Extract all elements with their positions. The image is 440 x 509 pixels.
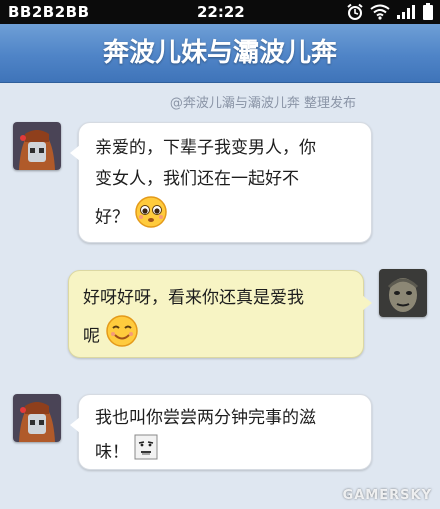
watermark-logo: GAMERSKY [342, 488, 432, 503]
pleading-face-emoji [134, 195, 168, 240]
chat-area[interactable]: 亲爱的，下辈子我变男人，你 变女人，我们还在一起好不 好？ 好呀好呀，看来你还真… [0, 110, 440, 509]
sender-avatar[interactable] [13, 394, 61, 442]
sender-avatar[interactable] [13, 122, 61, 170]
meme-face-emoji [134, 434, 158, 471]
bubble-tail [362, 295, 372, 311]
credit-line: @奔波儿灞与灞波儿奔 整理发布 [169, 96, 356, 111]
message-text-line-with-emoji: 好？ [95, 195, 359, 240]
carrier-label: BB2B2BB [8, 3, 90, 21]
bubble-tail [70, 417, 80, 433]
message-bubble-incoming[interactable]: 我也叫你尝尝两分钟完事的滋 味！ [70, 394, 372, 471]
message-text-line: 亲爱的，下辈子我变男人，你 [95, 138, 316, 158]
user-avatar[interactable] [379, 269, 427, 317]
message-text-line: 好呀好呀，看来你还真是爱我 [83, 288, 304, 308]
smiling-face-emoji [105, 314, 139, 359]
message-bubble-outgoing[interactable]: 好呀好呀，看来你还真是爱我 呢 [68, 270, 372, 359]
message-text-line: 好？ [95, 207, 129, 228]
alarm-clock-icon [346, 3, 364, 21]
bubble-tail [70, 145, 80, 161]
message-text-line: 变女人，我们还在一起好不 [95, 169, 299, 189]
message-text-line: 味！ [95, 442, 129, 463]
status-bar: BB2B2BB 22:22 [0, 0, 440, 24]
signal-bars-icon [396, 4, 416, 20]
chat-title: 奔波儿妹与灞波儿奔 [102, 38, 337, 68]
clock-time: 22:22 [197, 3, 245, 21]
message-text-line-with-emoji: 呢 [83, 314, 351, 359]
battery-icon [422, 3, 434, 21]
message-text-line-with-emoji: 味！ [95, 434, 359, 471]
chat-title-bar: 奔波儿妹与灞波儿奔 [0, 24, 440, 83]
message-text-line: 我也叫你尝尝两分钟完事的滋 [95, 408, 316, 428]
message-bubble-incoming[interactable]: 亲爱的，下辈子我变男人，你 变女人，我们还在一起好不 好？ [70, 122, 372, 243]
status-icons [346, 3, 434, 21]
message-text-line: 呢 [83, 326, 100, 347]
wifi-icon [370, 4, 390, 20]
